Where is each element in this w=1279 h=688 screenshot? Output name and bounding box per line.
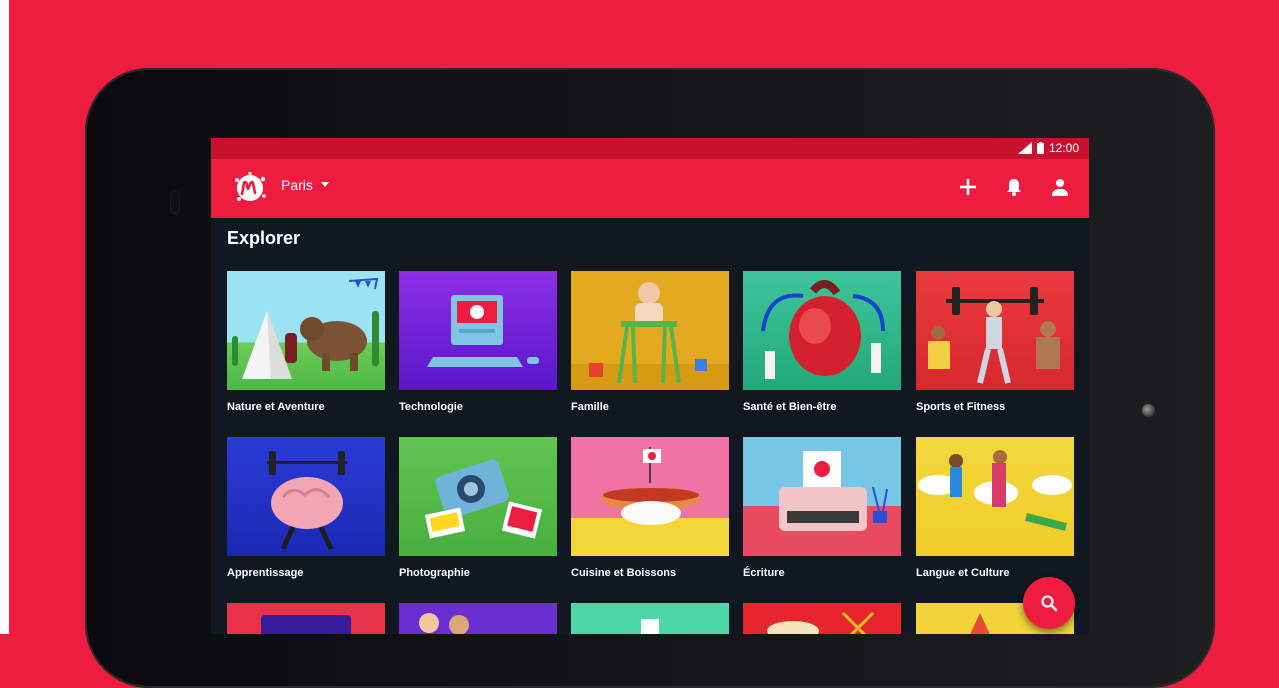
photographie-illustration [424,459,543,539]
category-image [743,271,901,390]
langue-illustration [918,450,1072,531]
add-button[interactable] [957,176,979,198]
category-label: Nature et Aventure [227,401,325,413]
app-bar: Paris [211,159,1089,218]
row3-illustration-4 [767,611,875,634]
category-tile-sports[interactable]: Sports et Fitness [916,271,1074,413]
sante-illustration [761,280,885,379]
category-tile-sante[interactable]: Santé et Bien-être [743,271,901,413]
category-image [227,603,385,634]
category-image [916,437,1074,556]
category-image [743,603,901,634]
category-label: Photographie [399,567,470,579]
category-image [743,437,901,556]
search-fab[interactable] [1023,577,1075,629]
category-image [227,437,385,556]
category-image [399,603,557,634]
category-label: Apprentissage [227,567,304,579]
plus-icon [960,179,976,195]
category-tile-row3-1[interactable] [227,603,385,634]
cuisine-illustration [601,447,701,525]
tablet-side-button [170,190,180,214]
meetup-logo-icon[interactable] [233,171,267,205]
category-image [399,437,557,556]
category-image [227,271,385,390]
category-image [399,271,557,390]
city-selector[interactable]: Paris [281,177,329,193]
status-time: 12:00 [1048,141,1079,155]
category-label: Technologie [399,401,463,413]
category-tile-row3-4[interactable] [743,603,901,634]
category-tile-langue[interactable]: Langue et Culture [916,437,1074,579]
apprentissage-illustration [267,451,347,551]
category-tile-technologie[interactable]: Technologie [399,271,557,413]
row3-illustration-2 [419,613,469,634]
category-label: Cuisine et Boissons [571,567,677,579]
signal-icon [1017,142,1032,154]
category-tile-nature[interactable]: Nature et Aventure [227,271,385,413]
category-tile-famille[interactable]: Famille [571,271,729,413]
search-icon [1041,595,1058,612]
bell-icon [1007,179,1021,196]
category-label: Écriture [743,567,785,579]
category-label: Famille [571,401,609,413]
ecriture-illustration [779,451,888,531]
famille-illustration [589,282,707,384]
category-tile-apprentissage[interactable]: Apprentissage [227,437,385,579]
category-tile-row3-3[interactable] [571,603,729,634]
tablet-camera [1142,404,1155,417]
category-image [571,603,729,634]
category-label: Santé et Bien-être [743,401,837,413]
nature-illustration [232,277,379,379]
category-tile-ecriture[interactable]: Écriture [743,437,901,579]
technologie-illustration [427,295,539,367]
app-screen: 12:00 Paris Explorer Nature et Aventure … [211,138,1089,634]
category-tile-cuisine[interactable]: Cuisine et Boissons [571,437,729,579]
dropdown-arrow-icon [320,182,329,187]
page-edge [0,0,9,634]
section-title: Explorer [227,228,301,248]
category-tile-photographie[interactable]: Photographie [399,437,557,579]
notifications-button[interactable] [1003,176,1025,198]
category-image [571,437,729,556]
user-icon [1052,179,1068,196]
status-indicators: 12:00 [1017,141,1079,155]
profile-button[interactable] [1049,176,1071,198]
category-label: Sports et Fitness [916,401,1006,413]
category-tile-row3-2[interactable] [399,603,557,634]
battery-icon [1036,142,1044,154]
category-image [571,271,729,390]
row3-illustration-3 [641,619,659,634]
sports-illustration [928,287,1060,384]
status-bar: 12:00 [211,138,1089,159]
city-name: Paris [281,177,313,193]
row3-illustration-1 [261,615,351,634]
category-image [916,271,1074,390]
app-actions [957,176,1071,198]
